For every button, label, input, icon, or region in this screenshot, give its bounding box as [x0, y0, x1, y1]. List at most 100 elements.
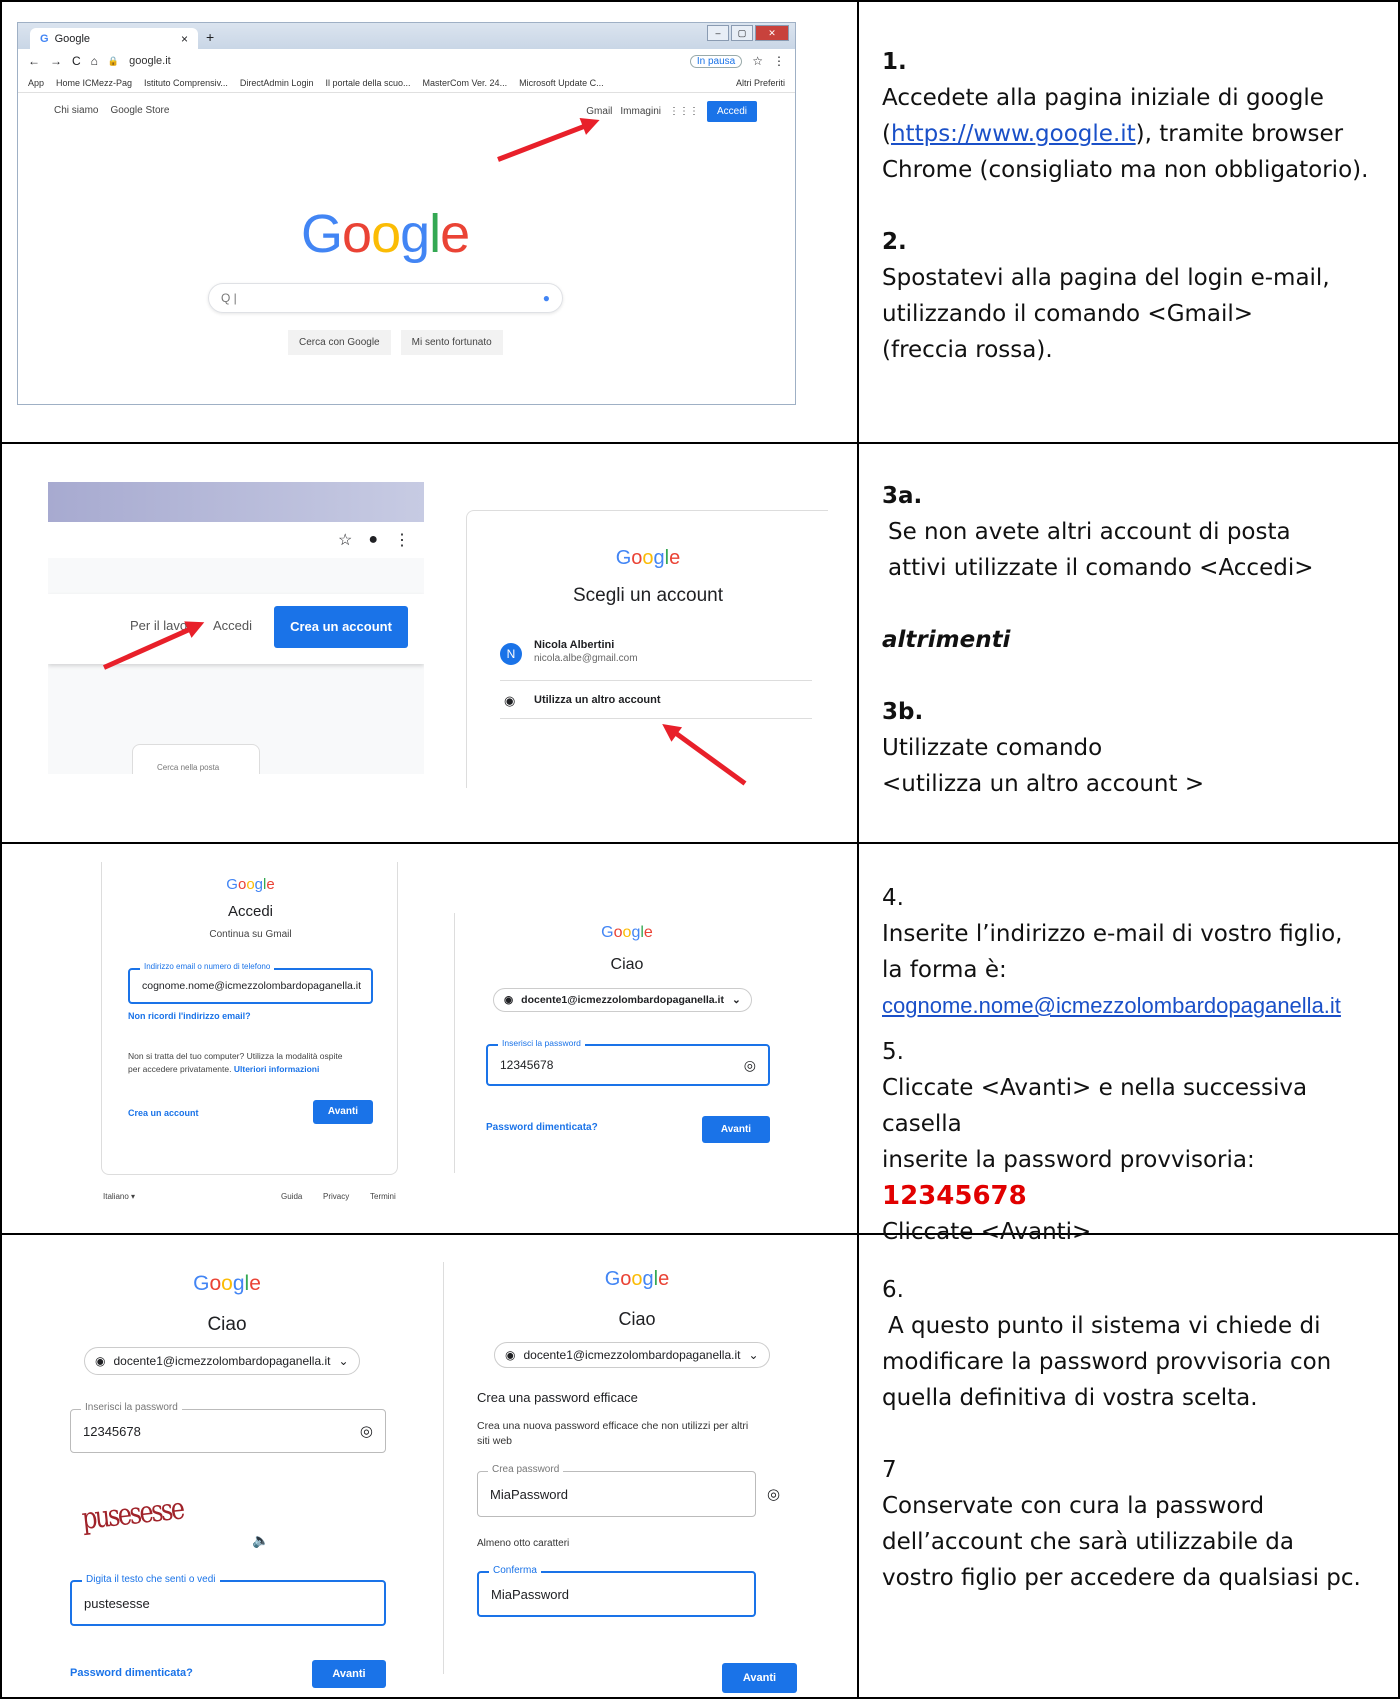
new-password-value: MiaPassword: [490, 1486, 569, 1502]
privacy-link[interactable]: Privacy: [323, 1192, 349, 1201]
account-email: docente1@icmezzolombardopaganella.it: [113, 1354, 331, 1368]
home-icon[interactable]: ⌂: [91, 54, 98, 68]
step-1-line: Accedete alla pagina iniziale di google: [882, 85, 1324, 111]
email-field[interactable]: Indirizzo email o numero di telefono cog…: [128, 962, 373, 1004]
forgot-password-link[interactable]: Password dimenticata?: [70, 1667, 193, 1679]
create-account-link[interactable]: Crea un account: [128, 1108, 199, 1118]
bookmark-item[interactable]: Altri Preferiti: [736, 78, 785, 88]
step-6-line: modificare la password provvisoria con: [882, 1349, 1332, 1375]
close-tab-icon[interactable]: ×: [181, 32, 188, 46]
logo-letter: e: [440, 204, 470, 264]
step-1-line-link: (https://www.google.it), tramite browser: [882, 121, 1344, 147]
apps-grid-icon[interactable]: ⋮⋮⋮: [669, 106, 699, 117]
next-button[interactable]: Avanti: [702, 1116, 770, 1143]
google-url-link[interactable]: https://www.google.it: [891, 121, 1136, 147]
lucky-button[interactable]: Mi sento fortunato: [400, 330, 503, 355]
step-5-line: inserite la password provvisoria:: [882, 1147, 1255, 1173]
maximize-icon[interactable]: ▢: [731, 25, 753, 41]
google-search-button[interactable]: Cerca con Google: [288, 330, 391, 355]
more-info-link[interactable]: Ulteriori informazioni: [234, 1064, 319, 1074]
new-password-field[interactable]: Crea password MiaPassword: [477, 1464, 756, 1517]
logo-letter: G: [615, 547, 632, 569]
help-link[interactable]: Guida: [281, 1192, 302, 1201]
minimize-icon[interactable]: –: [707, 25, 729, 41]
create-account-button[interactable]: Crea un account: [274, 606, 408, 648]
step-1-line: Chrome (consigliato ma non obbligatorio)…: [882, 157, 1369, 183]
speaker-icon[interactable]: 🔈: [252, 1532, 269, 1549]
forward-icon[interactable]: →: [50, 54, 62, 68]
microphone-icon[interactable]: ●: [543, 291, 550, 305]
bookmark-item[interactable]: App: [28, 78, 44, 88]
search-input[interactable]: Q |: [221, 291, 237, 305]
description-line: siti web: [477, 1435, 513, 1447]
star-icon[interactable]: ☆: [338, 530, 352, 550]
avatar: N: [500, 643, 522, 665]
address-bar[interactable]: google.it: [129, 55, 171, 67]
account-chip[interactable]: ◉ docente1@icmezzolombardopaganella.it ⌄: [84, 1347, 360, 1375]
back-icon[interactable]: ←: [28, 54, 40, 68]
menu-dots-icon[interactable]: ⋮: [773, 54, 785, 68]
greeting-title: Ciao: [610, 956, 644, 973]
google-search-box[interactable]: Q | ●: [208, 283, 563, 313]
email-field-value: cognome.nome@icmezzolombardopaganella.it: [142, 980, 362, 992]
accedi-link[interactable]: Accedi: [213, 618, 252, 633]
strong-password-heading: Crea una password efficace: [477, 1390, 638, 1405]
language-select[interactable]: Italiano ▾: [103, 1192, 135, 1201]
bookmark-item[interactable]: DirectAdmin Login: [240, 78, 314, 88]
captcha-field[interactable]: Digita il testo che senti o vedi pustese…: [70, 1574, 386, 1626]
reload-icon[interactable]: C: [72, 54, 81, 68]
next-button[interactable]: Avanti: [312, 1660, 386, 1688]
step-4-line: la forma è:: [882, 957, 1007, 983]
link-google-store[interactable]: Google Store: [110, 105, 169, 116]
step-7-line: dell’account che sarà utilizzabile da: [882, 1529, 1294, 1555]
browser-tab[interactable]: G Google ×: [30, 28, 198, 49]
profile-pause-badge[interactable]: In pausa: [689, 54, 743, 68]
terms-link[interactable]: Termini: [370, 1192, 396, 1201]
password-field[interactable]: Inserisci la password 12345678 ◎: [70, 1402, 386, 1453]
menu-dots-icon[interactable]: ⋮: [394, 530, 410, 550]
password-field-label: Inserisci la password: [81, 1402, 182, 1413]
step-6-number: 6.: [882, 1277, 904, 1303]
eye-icon[interactable]: ◎: [360, 1422, 373, 1440]
sign-in-button[interactable]: Accedi: [706, 101, 757, 122]
search-buttons: Cerca con Google Mi sento fortunato: [288, 330, 503, 355]
bookmark-item[interactable]: MasterCom Ver. 24...: [423, 78, 508, 88]
bookmark-item[interactable]: Home ICMezz-Pag: [56, 78, 132, 88]
step-3a-number: 3a.: [882, 483, 923, 509]
step-2-line: Spostatevi alla pagina del login e-mail,: [882, 265, 1330, 291]
bookmarks-bar: App Home ICMezz-Pag Istituto Comprensiv.…: [18, 73, 795, 93]
bookmark-item[interactable]: Istituto Comprensiv...: [144, 78, 228, 88]
row1-instructions: 1. Accedete alla pagina iniziale di goog…: [882, 44, 1392, 368]
forgot-email-link[interactable]: Non ricordi l'indirizzo email?: [128, 1011, 251, 1021]
next-button[interactable]: Avanti: [313, 1100, 373, 1124]
forgot-password-link[interactable]: Password dimenticata?: [486, 1122, 598, 1133]
next-button[interactable]: Avanti: [722, 1663, 797, 1693]
bookmark-item[interactable]: Microsoft Update C...: [519, 78, 604, 88]
link-chi-siamo[interactable]: Chi siamo: [54, 105, 98, 116]
logo-letter: e: [669, 547, 681, 569]
bookmark-item[interactable]: Il portale della scuo...: [325, 78, 410, 88]
images-link[interactable]: Immagini: [620, 106, 661, 117]
eye-icon[interactable]: ◎: [744, 1057, 756, 1074]
new-tab-icon[interactable]: +: [206, 29, 214, 45]
google-logo: Google: [60, 1272, 394, 1296]
password-field[interactable]: Inserisci la password 12345678 ◎: [486, 1038, 770, 1086]
profile-icon[interactable]: ●: [368, 531, 378, 549]
guest-mode-note: Non si tratta del tuo computer? Utilizza…: [128, 1050, 378, 1076]
account-row[interactable]: N Nicola Albertini nicola.albe@gmail.com: [500, 633, 812, 681]
eye-icon[interactable]: ◎: [767, 1485, 780, 1503]
step-7-line: vostro figlio per accedere da qualsiasi …: [882, 1565, 1361, 1591]
star-icon[interactable]: ☆: [752, 54, 763, 68]
close-window-icon[interactable]: ✕: [755, 25, 789, 41]
account-chip[interactable]: ◉ docente1@icmezzolombardopaganella.it ⌄: [493, 988, 752, 1012]
password-field-value: 12345678: [83, 1423, 141, 1439]
card-divider: [454, 913, 455, 1173]
confirm-password-field[interactable]: Conferma MiaPassword: [477, 1565, 756, 1617]
account-chip[interactable]: ◉ docente1@icmezzolombardopaganella.it ⌄: [494, 1342, 770, 1368]
header-nav: Per il lavoro Accedi Crea un account: [48, 594, 424, 664]
password-field-label: Inserisci la password: [498, 1038, 585, 1048]
use-another-account-row[interactable]: ◉ Utilizza un altro account: [500, 683, 812, 719]
email-format-link[interactable]: cognome.nome@icmezzolombardopaganella.it: [882, 993, 1341, 1018]
google-logo: Google: [470, 924, 784, 942]
row-divider-1: [0, 442, 1400, 444]
